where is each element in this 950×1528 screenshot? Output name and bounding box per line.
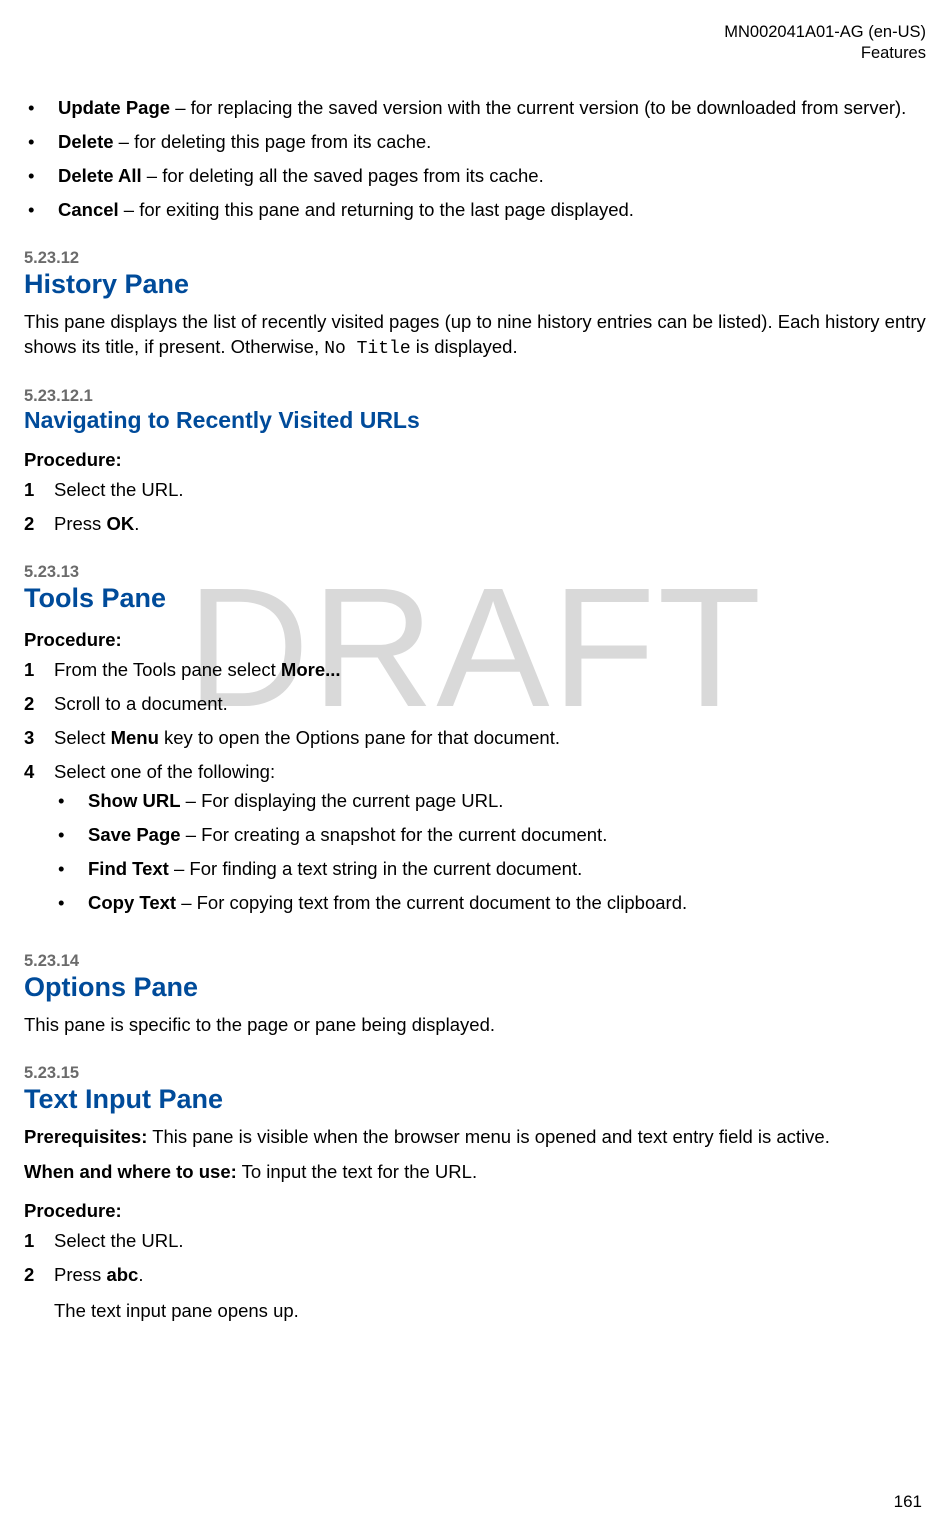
bullet-icon: • [54, 856, 88, 882]
option-desc: – for deleting all the saved pages from … [142, 165, 544, 186]
bullet-icon: • [24, 197, 58, 223]
step-text: Select the URL. [54, 477, 926, 503]
list-item: • Delete All – for deleting all the save… [24, 163, 926, 189]
list-item: • Find Text – For finding a text string … [54, 856, 926, 882]
bullet-icon: • [54, 788, 88, 814]
section-number: 5.23.13 [24, 563, 926, 582]
step-number: 2 [24, 511, 54, 537]
page-header: MN002041A01-AG (en-US) Features [24, 22, 926, 63]
list-item: • Delete – for deleting this page from i… [24, 129, 926, 155]
step-text: Press abc. [54, 1262, 926, 1288]
list-item: 2 Scroll to a document. [24, 691, 926, 717]
section-number: 5.23.15 [24, 1064, 926, 1083]
text-run: is displayed. [411, 336, 518, 357]
option-term: Delete [58, 131, 114, 152]
saved-pages-options-list: • Update Page – for replacing the saved … [24, 95, 926, 223]
section-number: 5.23.14 [24, 952, 926, 971]
section-body: This pane is specific to the page or pan… [24, 1013, 926, 1038]
step-text: Select the URL. [54, 1228, 926, 1254]
list-item: • Show URL – For displaying the current … [54, 788, 926, 814]
step-number: 1 [24, 477, 54, 503]
section-title: Options Pane [24, 972, 926, 1003]
option-term: Update Page [58, 97, 170, 118]
bullet-icon: • [54, 822, 88, 848]
section-title: History Pane [24, 269, 926, 300]
procedure-label: Procedure: [24, 629, 926, 651]
doc-section: Features [24, 43, 926, 64]
step-text: Press OK. [54, 511, 926, 537]
step-number: 3 [24, 725, 54, 751]
sub-options-list: • Show URL – For displaying the current … [54, 788, 926, 916]
list-item: 1 From the Tools pane select More... [24, 657, 926, 683]
section-title: Text Input Pane [24, 1084, 926, 1115]
step-number: 4 [24, 759, 54, 785]
section-title: Navigating to Recently Visited URLs [24, 407, 926, 434]
step-number: 2 [24, 691, 54, 717]
list-item: • Cancel – for exiting this pane and ret… [24, 197, 926, 223]
option-term: Delete All [58, 165, 142, 186]
section-title: Tools Pane [24, 583, 926, 614]
option-desc: – for replacing the saved version with t… [170, 97, 906, 118]
list-item: • Update Page – for replacing the saved … [24, 95, 926, 121]
procedure-label: Procedure: [24, 1200, 926, 1222]
step-text: Select Menu key to open the Options pane… [54, 725, 926, 751]
procedure-label: Procedure: [24, 449, 926, 471]
list-item: • Copy Text – For copying text from the … [54, 890, 926, 916]
prerequisites-line: Prerequisites: This pane is visible when… [24, 1125, 926, 1150]
bullet-icon: • [24, 95, 58, 121]
list-item: 2 Press abc. [24, 1262, 926, 1288]
list-item: 4 Select one of the following: • Show UR… [24, 759, 926, 926]
section-body: This pane displays the list of recently … [24, 310, 926, 361]
option-desc: – for deleting this page from its cache. [114, 131, 432, 152]
step-text: Scroll to a document. [54, 691, 926, 717]
list-item: 1 Select the URL. [24, 477, 926, 503]
section-number: 5.23.12.1 [24, 387, 926, 406]
list-item: 3 Select Menu key to open the Options pa… [24, 725, 926, 751]
procedure-steps: 1 Select the URL. 2 Press OK. [24, 477, 926, 537]
page-number: 161 [894, 1492, 922, 1512]
step-result: The text input pane opens up. [54, 1298, 926, 1324]
step-text: From the Tools pane select More... [54, 657, 926, 683]
step-number: 1 [24, 657, 54, 683]
procedure-steps: 1 Select the URL. 2 Press abc. [24, 1228, 926, 1288]
step-number: 2 [24, 1262, 54, 1288]
list-item: • Save Page – For creating a snapshot fo… [54, 822, 926, 848]
section-number: 5.23.12 [24, 249, 926, 268]
bullet-icon: • [24, 129, 58, 155]
step-number: 1 [24, 1228, 54, 1254]
option-term: Cancel [58, 199, 119, 220]
when-where-line: When and where to use: To input the text… [24, 1160, 926, 1185]
procedure-steps: 1 From the Tools pane select More... 2 S… [24, 657, 926, 926]
doc-id: MN002041A01-AG (en-US) [24, 22, 926, 43]
option-desc: – for exiting this pane and returning to… [119, 199, 634, 220]
list-item: 2 Press OK. [24, 511, 926, 537]
inline-code: No Title [324, 339, 410, 359]
list-item: 1 Select the URL. [24, 1228, 926, 1254]
bullet-icon: • [54, 890, 88, 916]
step-text: Select one of the following: • Show URL … [54, 759, 926, 926]
bullet-icon: • [24, 163, 58, 189]
